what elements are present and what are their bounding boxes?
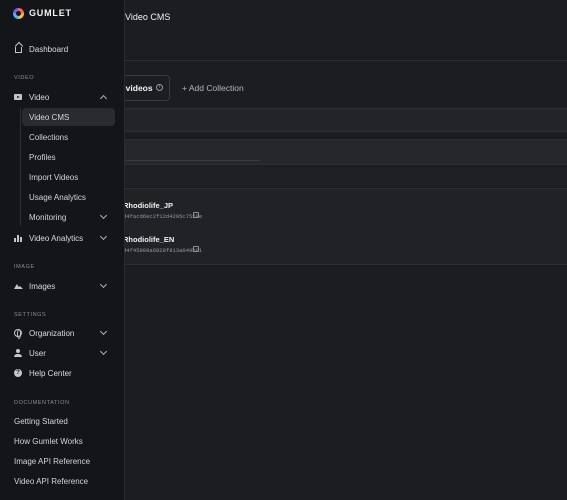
section-label-documentation: DOCUMENTATION: [14, 400, 70, 406]
add-collection-button[interactable]: + Add Collection: [182, 83, 244, 93]
sidebar-item-import-videos[interactable]: Import Videos: [22, 168, 115, 186]
sidebar: GUMLET Dashboard VIDEO Video Video CMS C…: [0, 0, 125, 500]
sidebar-item-label: Monitoring: [29, 213, 67, 222]
video-icon: [14, 93, 22, 101]
chevron-down-icon: [99, 211, 108, 220]
sidebar-item-label: Help Center: [29, 368, 72, 378]
sidebar-item-user[interactable]: User: [0, 344, 124, 362]
video-title[interactable]: Rhodiolife_EN: [123, 235, 174, 244]
sidebar-item-monitoring[interactable]: Monitoring: [22, 208, 115, 226]
sidebar-item-video-analytics[interactable]: Video Analytics: [0, 229, 124, 247]
sidebar-item-usage-analytics[interactable]: Usage Analytics: [22, 188, 115, 206]
sidebar-item-video-cms[interactable]: Video CMS: [22, 108, 115, 126]
bar-chart-icon: [14, 234, 22, 242]
sidebar-item-help-center[interactable]: ? Help Center: [0, 364, 124, 382]
video-title[interactable]: Rhodiolife_JP: [123, 201, 173, 210]
sidebar-item-label: Video: [29, 92, 50, 102]
home-icon: [14, 45, 22, 53]
doc-link-how-gumlet-works[interactable]: How Gumlet Works: [14, 437, 83, 446]
chevron-down-icon: [99, 327, 108, 336]
sidebar-item-label: User: [29, 348, 46, 358]
sidebar-item-label: Collections: [29, 133, 69, 142]
sidebar-item-label: Video CMS: [29, 113, 70, 122]
sidebar-item-video[interactable]: Video: [0, 88, 124, 106]
sidebar-item-label: Video Analytics: [29, 233, 84, 243]
globe-icon: [14, 329, 22, 339]
sidebar-item-organization[interactable]: Organization: [0, 324, 124, 342]
gumlet-logo[interactable]: GUMLET: [13, 7, 72, 19]
user-icon: [14, 349, 22, 357]
page-title: Video CMS: [125, 12, 171, 22]
chevron-down-icon: [99, 232, 108, 241]
sidebar-item-label: Dashboard: [29, 44, 69, 54]
section-label-image: IMAGE: [14, 264, 35, 270]
video-id: d4f45908a6828f813a049b01: [123, 247, 203, 254]
doc-link-video-api-reference[interactable]: Video API Reference: [14, 477, 88, 486]
copy-icon[interactable]: [193, 246, 199, 252]
video-id: d4facd6ec2f12d4295c7529e: [123, 213, 203, 220]
doc-link-image-api-reference[interactable]: Image API Reference: [14, 457, 90, 466]
help-icon: ?: [14, 369, 22, 377]
gumlet-logo-icon: [13, 7, 24, 19]
sidebar-item-images[interactable]: Images: [0, 277, 124, 295]
submenu-rail: [20, 108, 21, 226]
copy-icon[interactable]: [193, 212, 199, 218]
info-icon[interactable]: i: [156, 84, 163, 91]
section-label-settings: SETTINGS: [14, 312, 47, 318]
sidebar-item-dashboard[interactable]: Dashboard: [0, 40, 124, 58]
section-label-video: VIDEO: [14, 75, 35, 81]
logo-text: GUMLET: [29, 8, 72, 18]
chevron-down-icon: [99, 280, 108, 289]
doc-link-getting-started[interactable]: Getting Started: [14, 417, 68, 426]
sidebar-item-label: Usage Analytics: [29, 193, 86, 202]
sidebar-item-collections[interactable]: Collections: [22, 128, 115, 146]
chevron-down-icon: [99, 347, 108, 356]
sidebar-item-profiles[interactable]: Profiles: [22, 148, 115, 166]
sidebar-item-label: Organization: [29, 328, 75, 338]
search-input[interactable]: [125, 160, 260, 161]
image-icon: [14, 282, 23, 290]
chevron-up-icon: [99, 94, 108, 103]
sidebar-item-label: Profiles: [29, 153, 56, 162]
sidebar-item-label: Import Videos: [29, 173, 79, 182]
sidebar-item-label: Images: [29, 281, 56, 291]
